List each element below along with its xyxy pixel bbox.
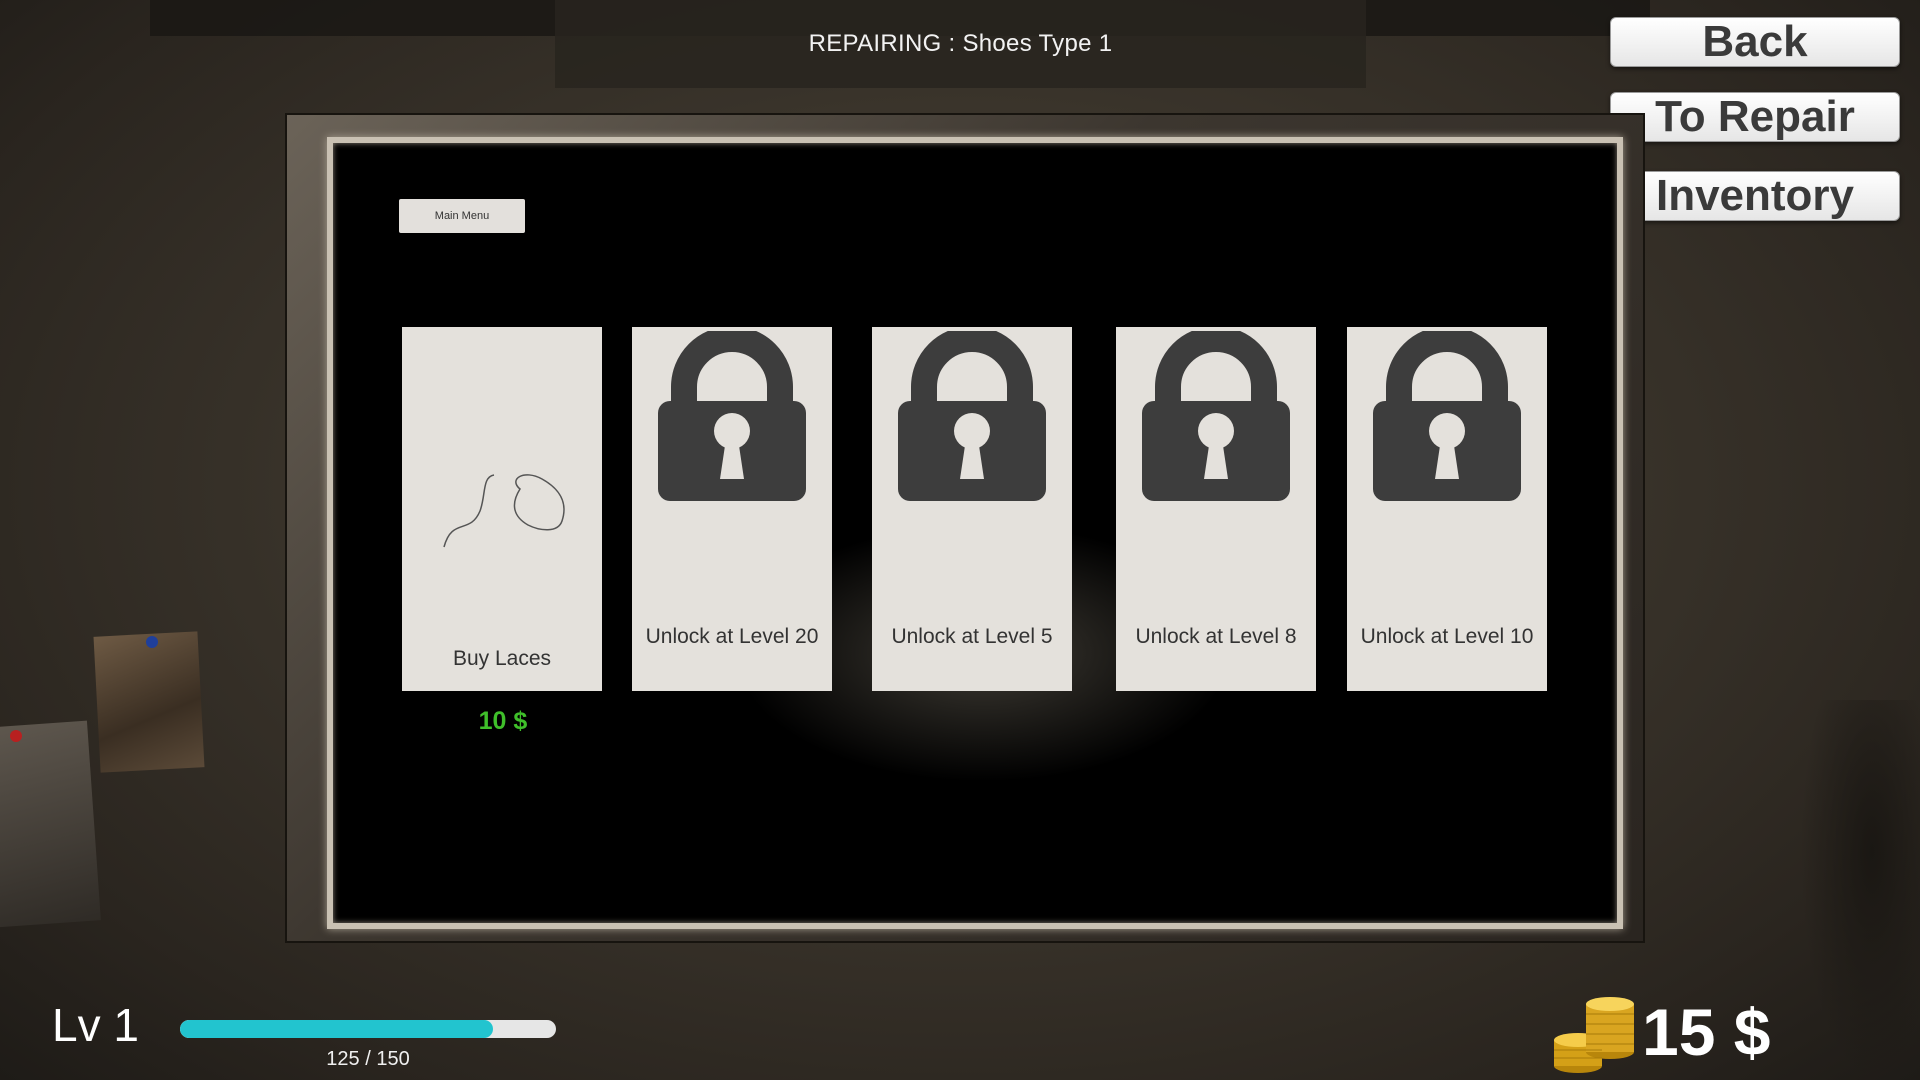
money-label: 15 $ [1642, 995, 1771, 1069]
price-label: 10 $ [478, 707, 528, 735]
locked-card[interactable]: Unlock at Level 5 [872, 327, 1072, 691]
pin-icon [10, 730, 22, 742]
wall-photo [93, 631, 205, 773]
monitor-frame: Main Menu Buy Laces 10 $ Unlock at Level… [285, 113, 1645, 943]
xp-bar-fill [180, 1020, 494, 1038]
to-repair-button[interactable]: To Repair [1610, 92, 1900, 142]
main-menu-button[interactable]: Main Menu [399, 199, 525, 233]
card-label: Unlock at Level 20 [645, 625, 819, 648]
pin-icon [146, 636, 158, 648]
title-bar: REPAIRING : Shoes Type 1 [555, 0, 1366, 88]
locked-card[interactable]: Unlock at Level 20 [632, 327, 832, 691]
lock-icon [898, 331, 1046, 501]
card-label: Buy Laces [452, 647, 552, 670]
locked-card[interactable]: Unlock at Level 8 [1116, 327, 1316, 691]
page-title: REPAIRING : Shoes Type 1 [808, 30, 1113, 57]
buy-laces-card[interactable]: Buy Laces [402, 327, 602, 691]
coin-stack-icon [1554, 997, 1634, 1073]
wall-photo [0, 720, 101, 928]
lock-icon [1373, 331, 1521, 501]
card-label: Unlock at Level 8 [1135, 625, 1297, 648]
xp-bar [180, 1020, 556, 1038]
lock-icon [658, 331, 806, 501]
shop-screen: Main Menu Buy Laces 10 $ Unlock at Level… [327, 137, 1623, 929]
inventory-button[interactable]: Inventory [1610, 171, 1900, 221]
xp-text: 125 / 150 [326, 1048, 410, 1070]
back-button[interactable]: Back [1610, 17, 1900, 67]
level-label: Lv 1 [52, 999, 139, 1051]
laces-icon [443, 474, 565, 548]
background-shadow [1800, 700, 1920, 1080]
card-label: Unlock at Level 5 [891, 625, 1053, 648]
lock-icon [1142, 331, 1290, 501]
locked-card[interactable]: Unlock at Level 10 [1347, 327, 1547, 691]
card-label: Unlock at Level 10 [1360, 625, 1534, 648]
